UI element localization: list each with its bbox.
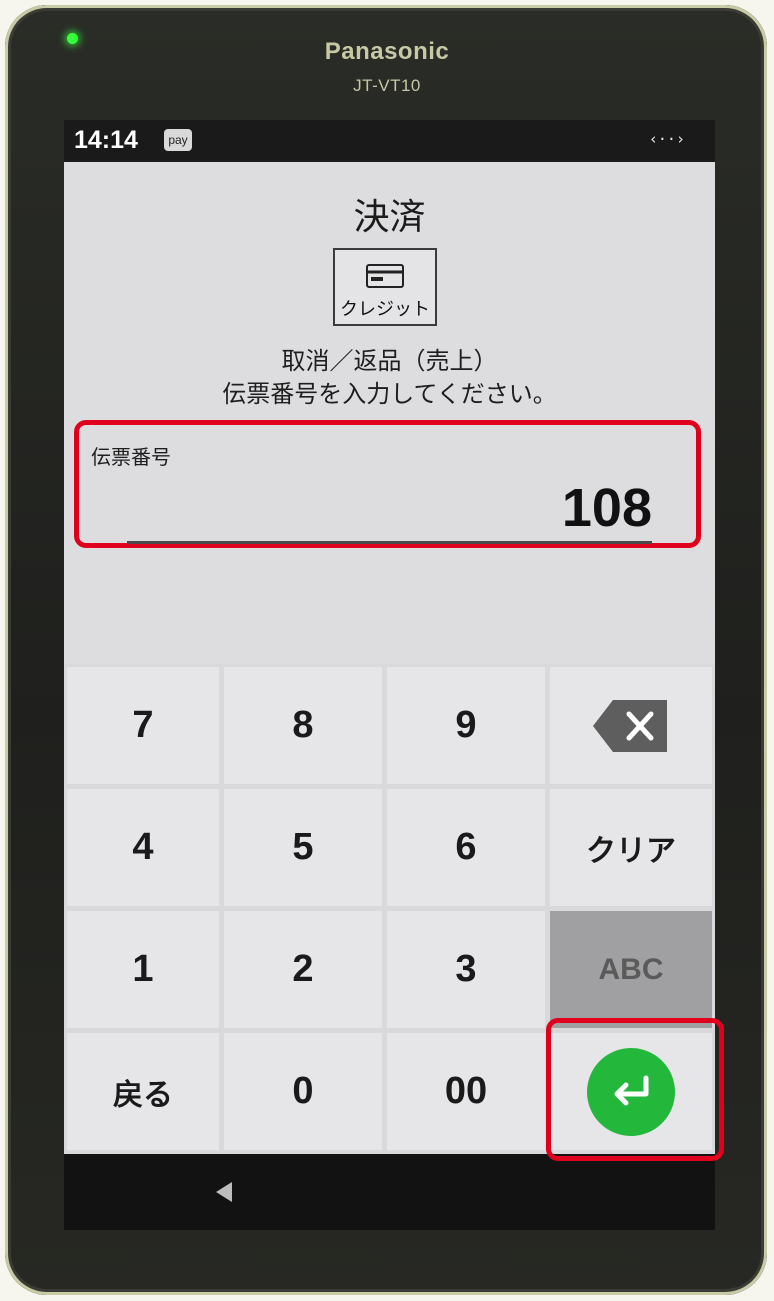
key-7[interactable]: 7 <box>67 667 219 784</box>
slip-number-value[interactable]: 108 <box>562 477 652 539</box>
status-time: 14:14 <box>74 126 138 154</box>
key-1[interactable]: 1 <box>67 911 219 1028</box>
model-label: JT-VT10 <box>353 76 421 95</box>
navigation-bar <box>64 1154 715 1230</box>
slip-number-label: 伝票番号 <box>91 445 171 469</box>
key-4[interactable]: 4 <box>67 789 219 906</box>
key-8[interactable]: 8 <box>224 667 382 784</box>
key-5[interactable]: 5 <box>224 789 382 906</box>
enter-highlight-box <box>546 1018 724 1161</box>
page-title: 決済 <box>353 197 426 238</box>
credit-card-icon <box>366 264 404 288</box>
key-3[interactable]: 3 <box>387 911 545 1028</box>
backspace-icon <box>593 699 667 752</box>
clear-button[interactable]: クリア <box>550 789 712 906</box>
status-bar: 14:14 pay ‹··› <box>64 120 715 162</box>
key-2[interactable]: 2 <box>224 911 382 1028</box>
slip-number-field[interactable]: 伝票番号 108 <box>74 420 701 548</box>
field-underline <box>127 541 652 544</box>
key-0[interactable]: 0 <box>224 1033 382 1150</box>
key-00[interactable]: 00 <box>387 1033 545 1150</box>
key-6[interactable]: 6 <box>387 789 545 906</box>
pay-badge: pay <box>164 129 192 151</box>
payment-method-label: クレジット <box>340 299 430 320</box>
nav-back-triangle-icon[interactable] <box>212 1180 236 1204</box>
brand-logo: Panasonic <box>324 38 450 65</box>
instruction-line-2: 伝票番号を入力してください。 <box>222 380 557 408</box>
back-button[interactable]: 戻る <box>67 1033 219 1150</box>
sync-icon: ‹··› <box>648 130 685 148</box>
key-9[interactable]: 9 <box>387 667 545 784</box>
instruction-text: 取消／返品（売上） 伝票番号を入力してください。 <box>64 345 715 411</box>
abc-button[interactable]: ABC <box>550 911 712 1028</box>
payment-method-tile: クレジット <box>333 248 437 326</box>
instruction-line-1: 取消／返品（売上） <box>281 347 498 375</box>
backspace-button[interactable] <box>550 667 712 784</box>
